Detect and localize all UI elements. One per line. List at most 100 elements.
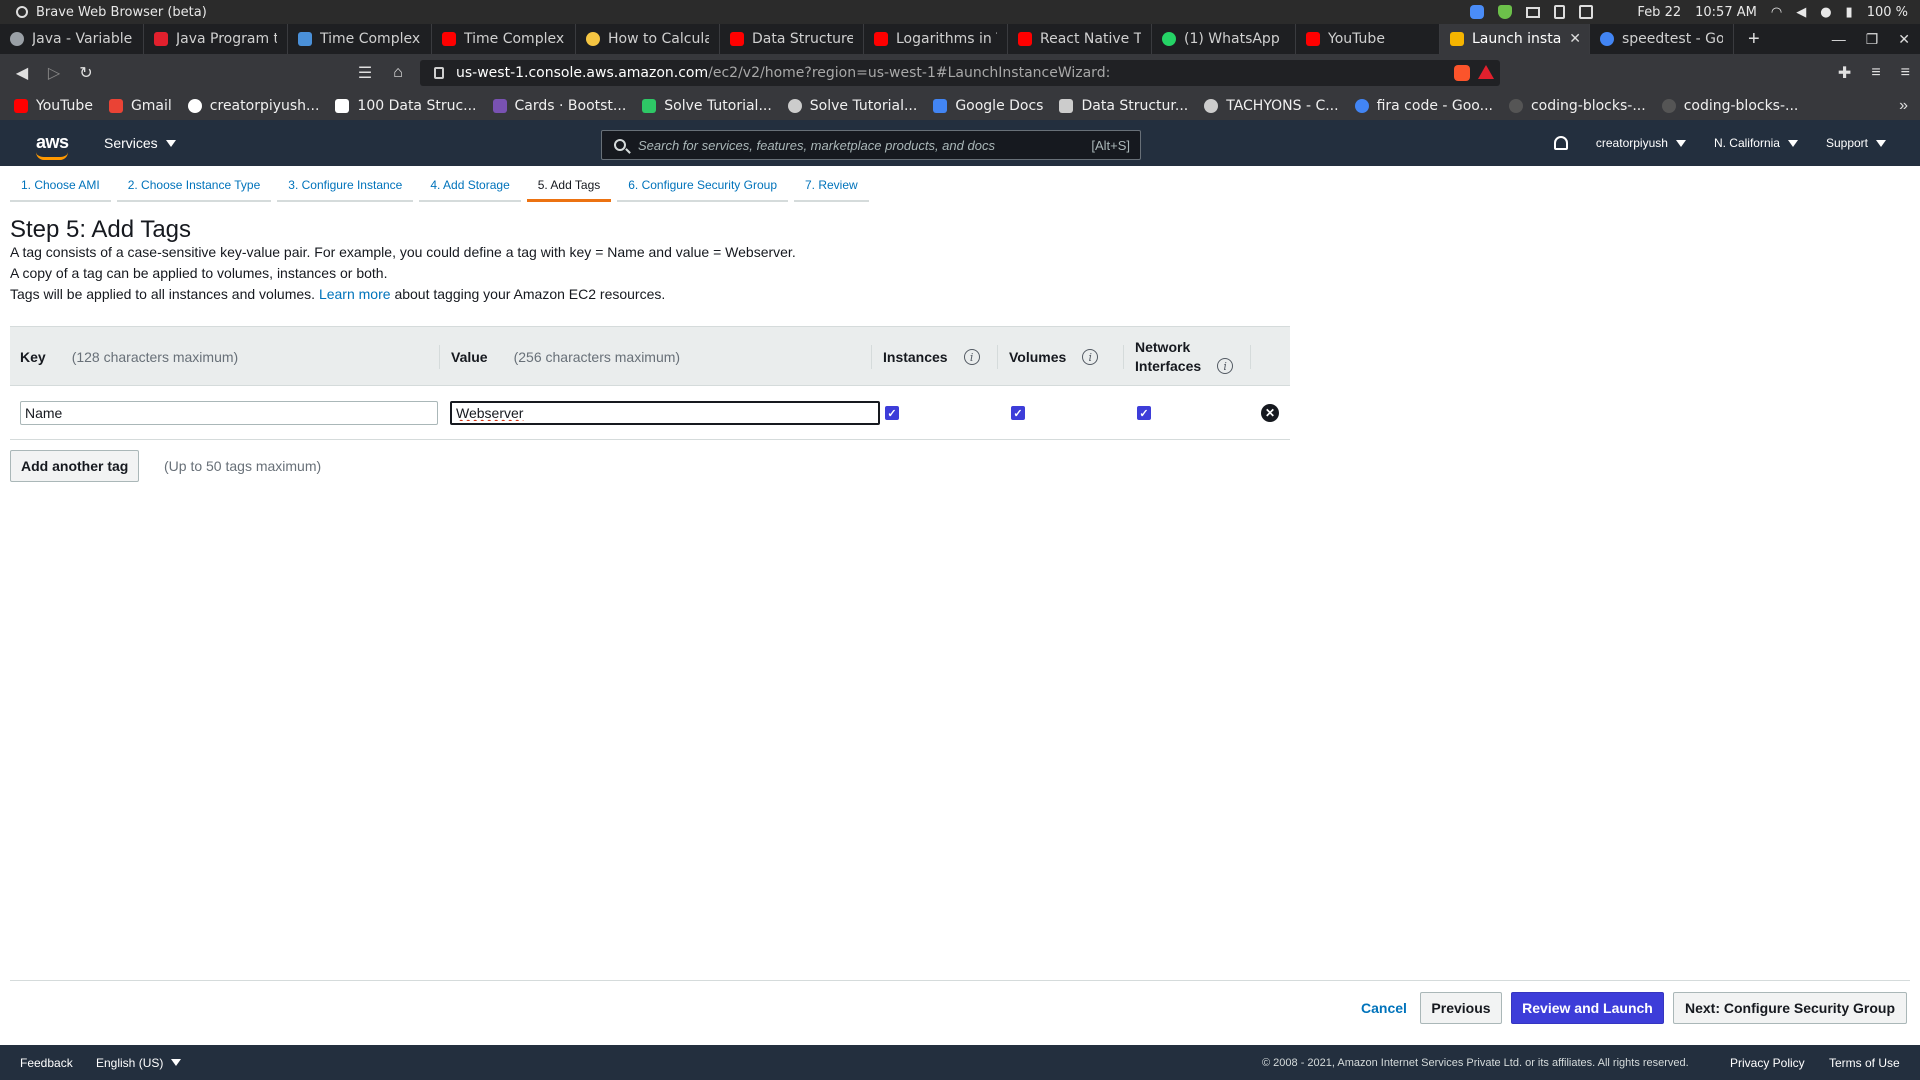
bookmark-item[interactable]: coding-blocks-...: [1661, 98, 1798, 114]
feedback-link[interactable]: Feedback: [20, 1045, 73, 1080]
extensions-icon[interactable]: ✚: [1838, 63, 1851, 83]
reload-icon[interactable]: ↻: [70, 57, 102, 89]
notification-icon[interactable]: [1579, 5, 1594, 19]
bookmark-item[interactable]: 100 Data Struc...: [335, 98, 477, 114]
wizard-step-configure-instance[interactable]: 3. Configure Instance: [277, 178, 414, 202]
bookmark-icon[interactable]: ⌂: [382, 57, 414, 89]
instances-checkbox[interactable]: ✓: [885, 406, 899, 420]
tag-key-input[interactable]: [20, 401, 438, 425]
bookmark-item[interactable]: Gmail: [108, 98, 172, 114]
google-icon: [1354, 99, 1369, 113]
clipboard-icon[interactable]: [1554, 5, 1566, 19]
region-menu[interactable]: N. California: [1714, 136, 1798, 150]
remove-tag-icon[interactable]: ✕: [1261, 404, 1279, 422]
learn-more-link[interactable]: Learn more: [319, 286, 391, 302]
browser-tab[interactable]: YouTube: [1296, 24, 1440, 54]
browser-tab[interactable]: React Native Tu: [1008, 24, 1152, 54]
bookmark-item[interactable]: fira code - Goo...: [1354, 98, 1493, 114]
youtube-icon: [874, 32, 888, 46]
back-icon[interactable]: ◀: [6, 57, 38, 89]
clock[interactable]: 10:57 AM: [1695, 5, 1757, 20]
aws-search-input[interactable]: Search for services, features, marketpla…: [601, 130, 1141, 160]
wizard-step-instance-type[interactable]: 2. Choose Instance Type: [116, 178, 272, 202]
tag-value-input[interactable]: [450, 401, 880, 425]
browser-tab[interactable]: Java - Variable T: [0, 24, 144, 54]
browser-tab[interactable]: Java Program t: [144, 24, 288, 54]
aws-cube-icon: [1450, 32, 1464, 46]
bookmark-item[interactable]: coding-blocks-...: [1508, 98, 1646, 114]
microphone-icon[interactable]: ●: [1820, 5, 1831, 20]
menu-icon[interactable]: ≡: [1901, 64, 1910, 82]
browser-tab[interactable]: Data Structures: [720, 24, 864, 54]
review-and-launch-button[interactable]: Review and Launch: [1511, 992, 1664, 1024]
support-menu[interactable]: Support: [1826, 136, 1886, 150]
forward-icon[interactable]: ▷: [38, 57, 70, 89]
bookmark-item[interactable]: Google Docs: [933, 98, 1043, 114]
browser-tab-active[interactable]: Launch insta ✕: [1440, 24, 1590, 54]
network-interfaces-checkbox[interactable]: ✓: [1137, 406, 1151, 420]
volumes-checkbox[interactable]: ✓: [1011, 406, 1025, 420]
brave-shields-icon[interactable]: [1454, 65, 1470, 81]
browser-tab[interactable]: speedtest - Goo: [1590, 24, 1734, 54]
info-icon[interactable]: i: [1082, 349, 1099, 365]
bookmark-item[interactable]: Cards · Bootst...: [492, 98, 626, 114]
lock-icon[interactable]: [434, 67, 444, 79]
volume-icon[interactable]: ◀: [1796, 5, 1806, 20]
language-selector[interactable]: English (US): [96, 1045, 182, 1080]
minimize-icon[interactable]: —: [1832, 31, 1846, 47]
browser-tab[interactable]: How to Calculat: [576, 24, 720, 54]
bookmark-item[interactable]: Solve Tutorial...: [787, 98, 917, 114]
close-window-icon[interactable]: ✕: [1898, 31, 1910, 48]
screen-icon[interactable]: [1526, 6, 1541, 18]
restore-icon[interactable]: ❐: [1866, 31, 1879, 48]
shield-icon[interactable]: [1498, 5, 1513, 19]
info-icon[interactable]: i: [1217, 358, 1234, 374]
aws-logo[interactable]: aws: [36, 132, 69, 153]
battery-icon[interactable]: ▮: [1846, 5, 1853, 20]
more-bookmarks-icon[interactable]: »: [1899, 97, 1908, 115]
bookmark-item[interactable]: TACHYONS - C...: [1204, 98, 1339, 114]
info-icon[interactable]: i: [963, 349, 980, 365]
playlist-icon[interactable]: ≡: [1871, 64, 1880, 82]
browser-tab[interactable]: Logarithms in T: [864, 24, 1008, 54]
wizard-step-add-storage[interactable]: 4. Add Storage: [419, 178, 521, 202]
cancel-button[interactable]: Cancel: [1352, 992, 1416, 1024]
column-divider: [871, 345, 872, 369]
brave-rewards-icon[interactable]: [1478, 65, 1494, 79]
services-menu[interactable]: Services: [104, 120, 176, 166]
add-another-tag-button[interactable]: Add another tag: [10, 450, 140, 482]
google-docs-icon: [933, 99, 948, 113]
terms-of-use-link[interactable]: Terms of Use: [1829, 1045, 1900, 1080]
bookmark-item[interactable]: creatorpiyush...: [187, 98, 319, 114]
globe-icon: [1204, 99, 1219, 113]
bookmarks-bar: YouTube Gmail creatorpiyush... 100 Data …: [0, 92, 1920, 120]
account-menu[interactable]: creatorpiyush: [1596, 136, 1686, 150]
youtube-icon: [14, 99, 28, 113]
bookmark-item[interactable]: YouTube: [14, 98, 93, 114]
wizard-step-add-tags[interactable]: 5. Add Tags: [526, 178, 612, 202]
wifi-icon[interactable]: ◠: [1771, 5, 1782, 20]
date[interactable]: Feb 22: [1637, 5, 1681, 20]
next-configure-security-group-button[interactable]: Next: Configure Security Group: [1673, 992, 1907, 1024]
reader-mode-icon[interactable]: ☰: [349, 57, 381, 89]
address-bar[interactable]: us-west-1.console.aws.amazon.com/ec2/v2/…: [420, 60, 1500, 86]
wizard-step-review[interactable]: 7. Review: [794, 178, 869, 202]
bookmark-item[interactable]: Solve Tutorial...: [642, 98, 772, 114]
bookmark-item[interactable]: Data Structur...: [1059, 98, 1188, 114]
battery-level: 100 %: [1866, 4, 1908, 20]
t-logo-icon: [154, 32, 168, 46]
browser-tab[interactable]: Time Complexit: [432, 24, 576, 54]
wizard-step-security-group[interactable]: 6. Configure Security Group: [617, 178, 788, 202]
wizard-step-choose-ami[interactable]: 1. Choose AMI: [10, 178, 111, 202]
medium-icon: [335, 99, 350, 113]
previous-button[interactable]: Previous: [1420, 992, 1502, 1024]
zoom-app-icon[interactable]: [1470, 5, 1485, 19]
browser-tab[interactable]: Time Complexit: [288, 24, 432, 54]
privacy-policy-link[interactable]: Privacy Policy: [1730, 1045, 1805, 1080]
close-tab-icon[interactable]: ✕: [1569, 31, 1581, 47]
new-tab-button[interactable]: +: [1734, 24, 1774, 54]
bell-icon[interactable]: [1553, 136, 1568, 150]
browser-tab[interactable]: (1) WhatsApp: [1152, 24, 1296, 54]
table-row: ✓ ✓ ✓ ✕: [10, 386, 1290, 440]
search-placeholder: Search for services, features, marketpla…: [638, 137, 995, 153]
